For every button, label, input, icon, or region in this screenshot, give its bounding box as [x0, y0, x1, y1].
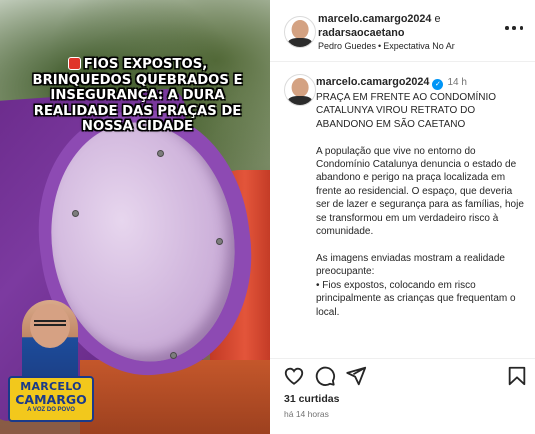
username-link[interactable]: marcelo.camargo2024 — [318, 13, 431, 25]
post-age[interactable]: há 14 horas — [284, 409, 329, 419]
post-header: marcelo.camargo2024 e radarsaocaetano Pe… — [270, 0, 535, 62]
bolt — [170, 352, 177, 359]
post-media[interactable]: FIOS EXPOSTOS, BRINQUEDOS QUEBRADOS E IN… — [0, 0, 270, 434]
collab-usernames: marcelo.camargo2024 e radarsaocaetano — [318, 12, 440, 40]
username-link[interactable]: marcelo.camargo2024 — [316, 76, 429, 88]
badge-face — [30, 304, 70, 348]
avatar-face — [291, 20, 309, 39]
post-panel: marcelo.camargo2024 e radarsaocaetano Pe… — [270, 0, 535, 434]
like-count[interactable]: 31 curtidas — [284, 393, 339, 405]
heart-icon[interactable] — [283, 365, 305, 387]
bolt — [72, 210, 79, 217]
action-bar — [270, 358, 535, 392]
badge-line-3: A VOZ DO POVO — [27, 407, 75, 413]
caption-text: PRAÇA EM FRENTE AO CONDOMÍNIO CATALUNYA … — [316, 92, 524, 318]
comment-icon[interactable] — [314, 365, 336, 387]
bookmark-icon[interactable] — [506, 365, 528, 387]
username-link[interactable]: radarsaocaetano — [318, 27, 404, 39]
more-icon[interactable] — [505, 24, 523, 32]
badge-line-2: CAMARGO — [15, 392, 87, 407]
media-caption: FIOS EXPOSTOS, BRINQUEDOS QUEBRADOS E IN… — [20, 57, 255, 135]
siren-icon — [67, 57, 81, 70]
badge-glasses — [34, 320, 66, 326]
audio-artist: Pedro Guedes — [318, 41, 377, 51]
bolt — [157, 150, 164, 157]
audio-info[interactable]: Pedro Guedes • Expectativa No Ar — [318, 41, 455, 51]
caption-comment: marcelo.camargo2024 ✓ 14 h PRAÇA EM FRENTE… — [270, 62, 535, 358]
send-icon[interactable] — [345, 365, 367, 387]
separator: • — [378, 41, 382, 51]
creator-badge: MARCELO CAMARGO A VOZ DO POVO — [8, 300, 94, 422]
caption-header: marcelo.camargo2024 ✓ 14 h — [316, 76, 467, 90]
avatar[interactable] — [284, 16, 316, 48]
bolt — [216, 238, 223, 245]
badge-label: MARCELO CAMARGO A VOZ DO POVO — [8, 376, 94, 422]
conjunction: e — [434, 13, 441, 25]
avatar-shirt — [288, 37, 312, 47]
timestamp[interactable]: 14 h — [447, 77, 466, 88]
media-caption-text: FIOS EXPOSTOS, BRINQUEDOS QUEBRADOS E IN… — [32, 57, 243, 134]
verified-icon: ✓ — [432, 79, 444, 90]
avatar-shirt — [288, 95, 312, 105]
audio-track: Expectativa No Ar — [383, 41, 455, 51]
avatar[interactable] — [284, 74, 316, 106]
avatar-face — [291, 78, 309, 97]
